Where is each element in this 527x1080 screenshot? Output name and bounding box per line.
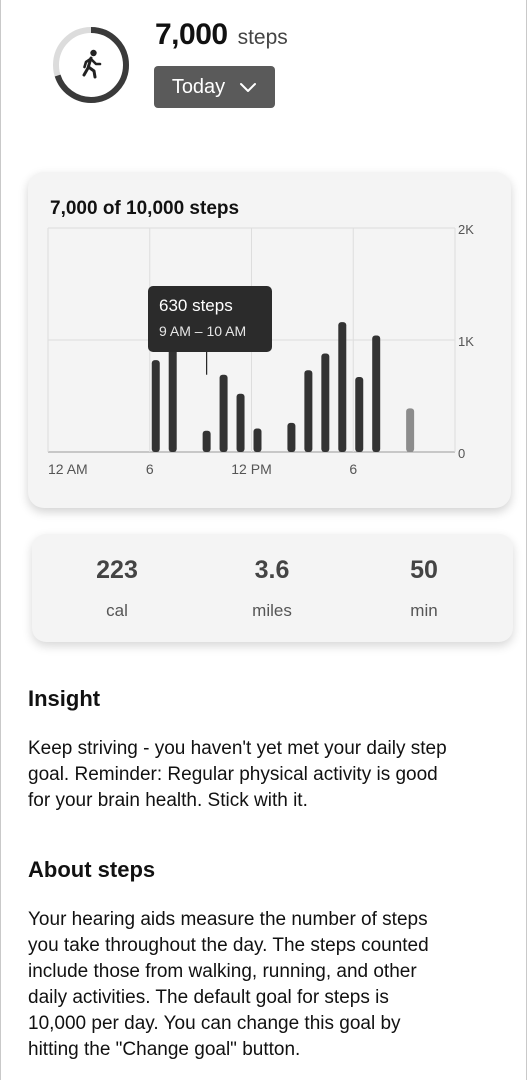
calories-value: 223 <box>96 556 138 584</box>
activity-stats-card: 223 cal 3.6 miles 50 min <box>32 534 513 642</box>
chart-bar <box>372 335 381 452</box>
steps-value: 7,000 <box>155 18 228 51</box>
calories-label: cal <box>106 601 128 620</box>
chart-bar <box>151 360 160 452</box>
insight-text: Keep striving - you haven't yet met your… <box>28 736 518 814</box>
minutes-label: min <box>410 601 438 620</box>
x-tick-label: 12 AM <box>48 461 88 477</box>
y-tick-label: 0 <box>458 446 465 461</box>
hourly-steps-chart: 2K 1K 0 12 AM 6 12 PM 6 630 steps 9 AM – 10 AM <box>47 222 474 477</box>
about-heading: About steps <box>28 857 156 882</box>
chart-bar <box>236 393 245 452</box>
steps-header: 7,000 steps Today <box>0 0 527 120</box>
active-minutes-stat: 50 min <box>364 556 484 621</box>
x-tick-label: 6 <box>146 461 154 477</box>
chevron-down-icon <box>240 83 257 92</box>
x-tick-label: 12 PM <box>231 461 271 477</box>
about-line: you take throughout the day. The steps c… <box>28 935 429 956</box>
insight-line: for your brain health. Stick with it. <box>28 790 308 811</box>
x-tick-label: 6 <box>349 461 357 477</box>
insight-line: goal. Reminder: Regular physical activit… <box>28 764 438 785</box>
walking-person-icon <box>82 49 102 79</box>
about-text: Your hearing aids measure the number of … <box>28 907 518 1063</box>
chart-bar <box>321 353 330 452</box>
period-dropdown[interactable]: Today <box>154 66 275 108</box>
chart-bar <box>355 376 364 452</box>
chart-bar <box>338 322 347 452</box>
insight-line: Keep striving - you haven't yet met your… <box>28 738 447 759</box>
steps-chart-card: 7,000 of 10,000 steps 2K 1K 0 12 AM 6 12 PM 6 6… <box>28 172 511 508</box>
frame-left-edge <box>0 0 1 1080</box>
about-line: include those from walking, running, and… <box>28 961 417 982</box>
about-line: daily activities. The default goal for s… <box>28 987 389 1008</box>
chart-bar <box>304 370 313 452</box>
calories-stat: 223 cal <box>57 556 177 621</box>
about-line: Your hearing aids measure the number of … <box>28 909 428 930</box>
steps-summary: 7,000 steps <box>155 18 288 52</box>
goal-progress-ring <box>53 27 129 103</box>
chart-bar <box>406 408 415 452</box>
minutes-value: 50 <box>410 556 438 584</box>
tooltip-range: 9 AM – 10 AM <box>159 323 246 339</box>
tooltip-value: 630 steps <box>159 296 233 315</box>
chart-bar <box>202 430 211 452</box>
y-tick-label: 2K <box>458 222 474 237</box>
about-line: 10,000 per day. You can change this goal… <box>28 1013 401 1034</box>
chart-bar <box>168 337 177 452</box>
chart-bar <box>219 374 228 452</box>
chart-bar <box>287 422 296 452</box>
about-line: hitting the "Change goal" button. <box>28 1039 301 1060</box>
steps-unit: steps <box>237 26 288 49</box>
chart-bar <box>253 428 262 452</box>
distance-label: miles <box>252 601 292 620</box>
distance-stat: 3.6 miles <box>212 556 332 621</box>
distance-value: 3.6 <box>254 556 290 584</box>
period-label: Today <box>171 75 226 98</box>
y-tick-label: 1K <box>458 334 474 349</box>
insight-heading: Insight <box>28 686 101 711</box>
